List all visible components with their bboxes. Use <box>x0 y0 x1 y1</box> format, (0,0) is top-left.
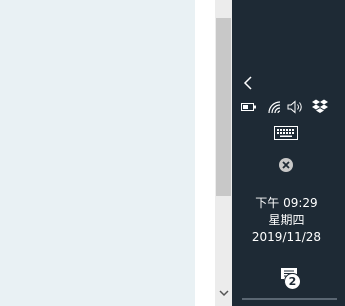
clock-date: 2019/11/28 <box>251 230 322 244</box>
close-circle-icon <box>279 158 293 172</box>
battery-button[interactable] <box>238 97 260 117</box>
status-button[interactable] <box>276 155 296 175</box>
notification-count-badge: 2 <box>284 273 301 290</box>
scroll-down-button[interactable] <box>215 286 232 300</box>
clock-weekday: 星期四 <box>268 213 305 227</box>
scroll-thumb[interactable] <box>216 18 231 196</box>
volume-button[interactable] <box>285 97 307 117</box>
clock-time: 下午 09:29 <box>255 196 318 210</box>
page-gap <box>195 0 215 306</box>
chevron-down-icon <box>218 289 229 296</box>
content-pane <box>0 0 195 306</box>
clock[interactable]: 下午 09:29 星期四 2019/11/28 <box>232 195 341 246</box>
speaker-icon <box>287 100 302 114</box>
vertical-scrollbar[interactable] <box>215 0 232 306</box>
keyboard-icon <box>274 126 298 140</box>
system-tray <box>232 97 345 117</box>
battery-icon <box>241 103 256 111</box>
taskbar-divider <box>242 298 337 300</box>
wifi-icon <box>268 101 281 114</box>
show-hidden-icons-button[interactable] <box>240 73 256 93</box>
network-button[interactable] <box>264 97 286 117</box>
chevron-left-icon <box>243 76 252 90</box>
dropbox-button[interactable] <box>309 97 331 117</box>
taskbar: 下午 09:29 星期四 2019/11/28 2 <box>232 0 345 306</box>
dropbox-icon <box>312 99 328 113</box>
touch-keyboard-button[interactable] <box>272 123 300 143</box>
